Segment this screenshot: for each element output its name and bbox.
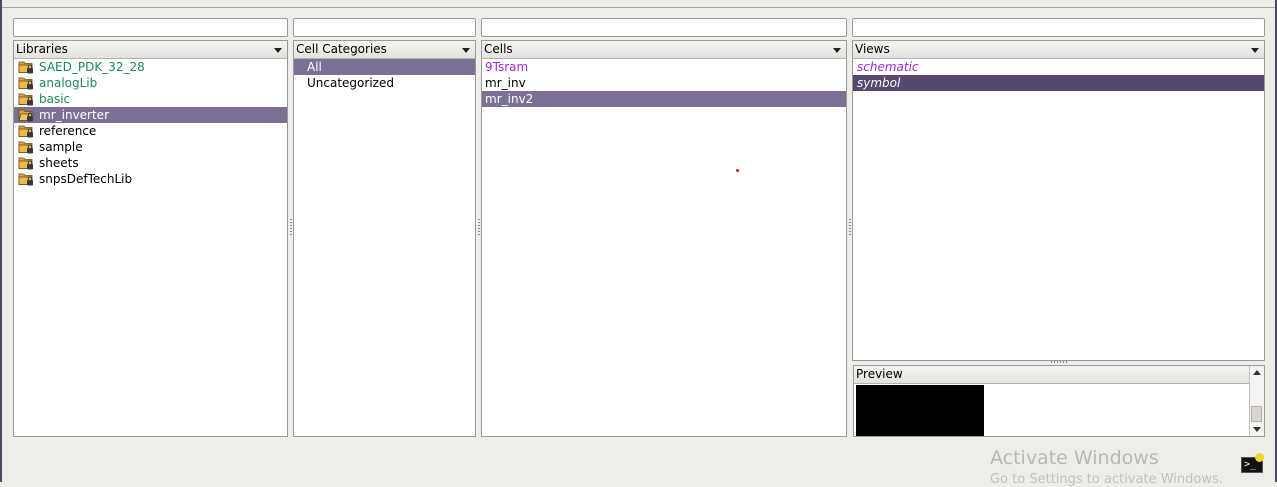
cells-panel: Cells 9Tsram mr_inv mr_inv2 — [481, 40, 847, 437]
library-item[interactable]: SAED_PDK_32_28 — [14, 59, 287, 75]
library-filter-input[interactable] — [13, 18, 288, 37]
scroll-up-icon[interactable] — [1253, 370, 1261, 375]
cell-item[interactable]: 9Tsram — [482, 59, 846, 75]
splitter-handle[interactable] — [290, 219, 292, 237]
open-library-folder-icon — [18, 108, 35, 122]
libraries-panel: Libraries SAED_PDK_32_28 analogLib basic mr… — [13, 40, 288, 437]
preview-scrollbar[interactable] — [1249, 366, 1264, 436]
libraries-header-label: Libraries — [16, 42, 68, 56]
preview-panel: Preview — [853, 365, 1265, 437]
cell-item-label: mr_inv — [485, 76, 526, 90]
splitter-handle[interactable] — [849, 219, 851, 237]
library-item[interactable]: reference — [14, 123, 287, 139]
library-item-label: mr_inverter — [39, 108, 110, 122]
view-item[interactable]: schematic — [853, 59, 1264, 75]
library-folder-icon — [18, 140, 34, 154]
activate-windows-subtitle: Go to Settings to activate Windows. — [990, 472, 1223, 487]
library-folder-icon — [18, 156, 34, 170]
library-item[interactable]: mr_inverter — [14, 107, 287, 123]
preview-canvas — [856, 385, 984, 436]
library-folder-icon — [18, 60, 34, 74]
cells-header[interactable]: Cells — [482, 41, 846, 59]
categories-header-label: Cell Categories — [296, 42, 387, 56]
cells-list: 9Tsram mr_inv mr_inv2 — [482, 59, 846, 107]
top-divider — [2, 7, 1275, 8]
libraries-header[interactable]: Libraries — [14, 41, 287, 59]
library-item-label: snpsDefTechLib — [39, 172, 133, 186]
dropdown-arrow-icon[interactable] — [462, 48, 470, 53]
views-header-label: Views — [855, 42, 890, 56]
views-panel: Views schematic symbol — [852, 40, 1265, 361]
preview-splitter-handle[interactable] — [1051, 361, 1069, 363]
categories-header[interactable]: Cell Categories — [294, 41, 475, 59]
categories-list: All Uncategorized — [294, 59, 475, 91]
view-item-label: schematic — [857, 60, 919, 74]
dropdown-arrow-icon[interactable] — [274, 48, 282, 53]
categories-panel: Cell Categories All Uncategorized — [293, 40, 476, 437]
library-folder-icon — [18, 76, 34, 90]
preview-header: Preview — [854, 366, 1250, 384]
category-item-label: Uncategorized — [307, 76, 394, 90]
views-header[interactable]: Views — [853, 41, 1264, 59]
category-item[interactable]: Uncategorized — [294, 75, 475, 91]
view-item[interactable]: symbol — [853, 75, 1264, 91]
library-item-label: reference — [39, 124, 97, 138]
cell-item[interactable]: mr_inv — [482, 75, 846, 91]
preview-header-label: Preview — [856, 367, 903, 381]
cell-item-label: 9Tsram — [485, 60, 529, 74]
library-folder-icon — [18, 124, 34, 138]
cell-filter-input[interactable] — [481, 18, 847, 37]
library-item[interactable]: sheets — [14, 155, 287, 171]
libraries-list: SAED_PDK_32_28 analogLib basic mr_inverterr… — [14, 59, 287, 187]
library-item[interactable]: snpsDefTechLib — [14, 171, 287, 187]
library-item-label: SAED_PDK_32_28 — [39, 60, 145, 74]
library-item-label: analogLib — [39, 76, 98, 90]
library-folder-icon — [18, 172, 34, 186]
library-item[interactable]: sample — [14, 139, 287, 155]
category-item-label: All — [307, 60, 322, 74]
cells-header-label: Cells — [484, 42, 513, 56]
view-filter-input[interactable] — [852, 18, 1265, 37]
library-folder-icon — [18, 92, 34, 106]
views-list: schematic symbol — [853, 59, 1264, 91]
splitter-handle[interactable] — [478, 219, 480, 237]
cursor-marker — [736, 169, 739, 172]
category-filter-input[interactable] — [293, 18, 476, 37]
library-item-label: sheets — [39, 156, 79, 170]
notification-dot-icon — [1255, 453, 1264, 462]
library-item[interactable]: analogLib — [14, 75, 287, 91]
library-item-label: basic — [39, 92, 71, 106]
category-item[interactable]: All — [294, 59, 475, 75]
scroll-down-icon[interactable] — [1253, 427, 1261, 432]
scrollbar-thumb[interactable] — [1251, 406, 1262, 422]
view-item-label: symbol — [857, 76, 901, 90]
cell-item[interactable]: mr_inv2 — [482, 91, 846, 107]
dropdown-arrow-icon[interactable] — [833, 48, 841, 53]
library-item-label: sample — [39, 140, 83, 154]
dropdown-arrow-icon[interactable] — [1251, 48, 1259, 53]
library-item[interactable]: basic — [14, 91, 287, 107]
cell-item-label: mr_inv2 — [485, 92, 534, 106]
activate-windows-title: Activate Windows — [990, 447, 1159, 469]
